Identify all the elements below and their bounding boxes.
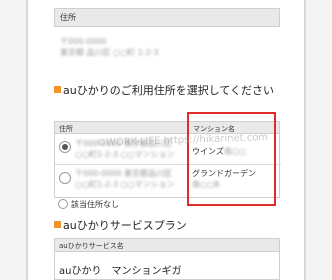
plan-box: auひかりサービス名 auひかり マンションギガ: [54, 238, 280, 280]
page-content: 住所 〒000-0000 東京都 品川区 ○○町 1-2-3 auひかりのご利用…: [46, 0, 286, 280]
orange-square-icon: [54, 221, 61, 228]
plan-section-title: auひかりサービスプラン: [54, 219, 282, 233]
select-address-title: auひかりのご利用住所を選択してください: [54, 84, 282, 98]
device-frame-right: [304, 0, 332, 280]
address-line-1: 〒000-0000: [60, 37, 107, 46]
address-radio-1[interactable]: [59, 141, 71, 153]
plan-header: auひかりサービス名: [55, 239, 279, 252]
address-header: 住所: [54, 8, 280, 27]
address-line-2: 東京都 品川区 ○○町 1-2-3: [60, 48, 159, 57]
orange-square-icon: [54, 86, 61, 93]
plan-value: auひかり マンションギガ: [59, 266, 182, 277]
address-value: 〒000-0000 東京都 品川区 ○○町 1-2-3: [60, 36, 270, 58]
address-option-2[interactable]: 〒000-0000 東京都品川区 ○○町1-2-3 ○○マンション: [75, 168, 187, 190]
no-address-radio[interactable]: [58, 199, 68, 209]
device-frame-left: [0, 0, 28, 280]
no-address-option[interactable]: 該当住所なし: [58, 199, 119, 210]
col-header-address: 住所: [55, 122, 188, 134]
highlight-box: [187, 112, 276, 206]
address-radio-2[interactable]: [59, 172, 71, 184]
